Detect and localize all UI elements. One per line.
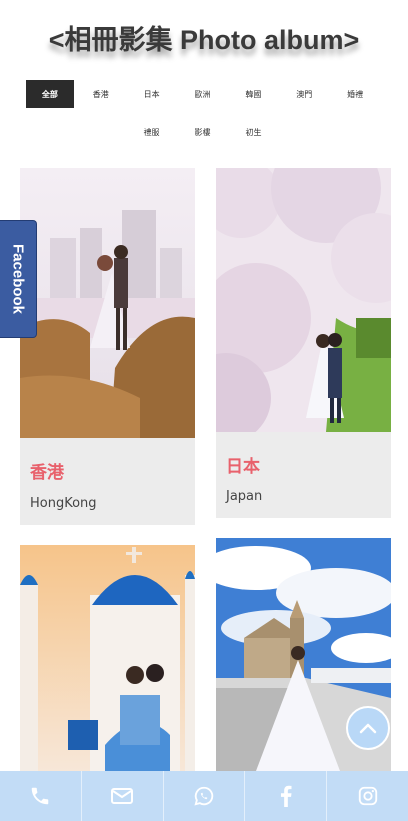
email-button[interactable] <box>82 771 164 821</box>
album-card-japan[interactable]: 日本 Japan <box>216 168 391 518</box>
filter-hongkong[interactable]: 香港 <box>77 80 125 108</box>
chevron-up-icon <box>359 723 377 734</box>
hongkong-photo[interactable] <box>20 168 195 438</box>
facebook-button[interactable] <box>245 771 328 821</box>
facebook-side-tab[interactable]: Facebook <box>0 220 37 338</box>
email-icon <box>111 788 134 804</box>
filter-europe[interactable]: 歐洲 <box>179 80 227 108</box>
album-card-hongkong[interactable]: 香港 HongKong <box>20 168 195 525</box>
japan-photo[interactable] <box>216 168 391 432</box>
whatsapp-icon <box>194 786 214 806</box>
card-subtitle: HongKong <box>30 496 97 511</box>
europe-photo[interactable] <box>20 545 195 771</box>
filter-japan[interactable]: 日本 <box>128 80 176 108</box>
page-title: <相冊影集 Photo album> <box>48 25 360 55</box>
facebook-icon <box>280 785 292 807</box>
instagram-icon <box>358 786 377 806</box>
scroll-to-top-button[interactable] <box>346 706 390 750</box>
album-card-europe[interactable] <box>20 545 195 771</box>
facebook-tab-label: Facebook <box>9 243 27 315</box>
filter-all[interactable]: 全部 <box>26 80 74 108</box>
card-subtitle: Japan <box>226 489 263 504</box>
filter-studio[interactable]: 影樓 <box>179 118 227 146</box>
whatsapp-button[interactable] <box>164 771 246 821</box>
filter-korea[interactable]: 韓國 <box>229 80 277 108</box>
instagram-button[interactable] <box>327 771 408 821</box>
filter-gown[interactable]: 禮服 <box>128 118 176 146</box>
filter-macau[interactable]: 澳門 <box>280 80 328 108</box>
filter-wedding[interactable]: 婚禮 <box>331 80 379 108</box>
card-title: 日本 <box>226 457 260 477</box>
phone-button[interactable] <box>0 771 82 821</box>
category-filter-bar: 全部 香港 日本 歐洲 韓國 澳門 婚禮 禮服 影樓 初生 <box>26 80 382 146</box>
phone-icon <box>32 787 49 805</box>
card-title: 香港 <box>30 463 64 483</box>
bottom-contact-bar <box>0 771 408 821</box>
filter-newborn[interactable]: 初生 <box>230 118 278 146</box>
